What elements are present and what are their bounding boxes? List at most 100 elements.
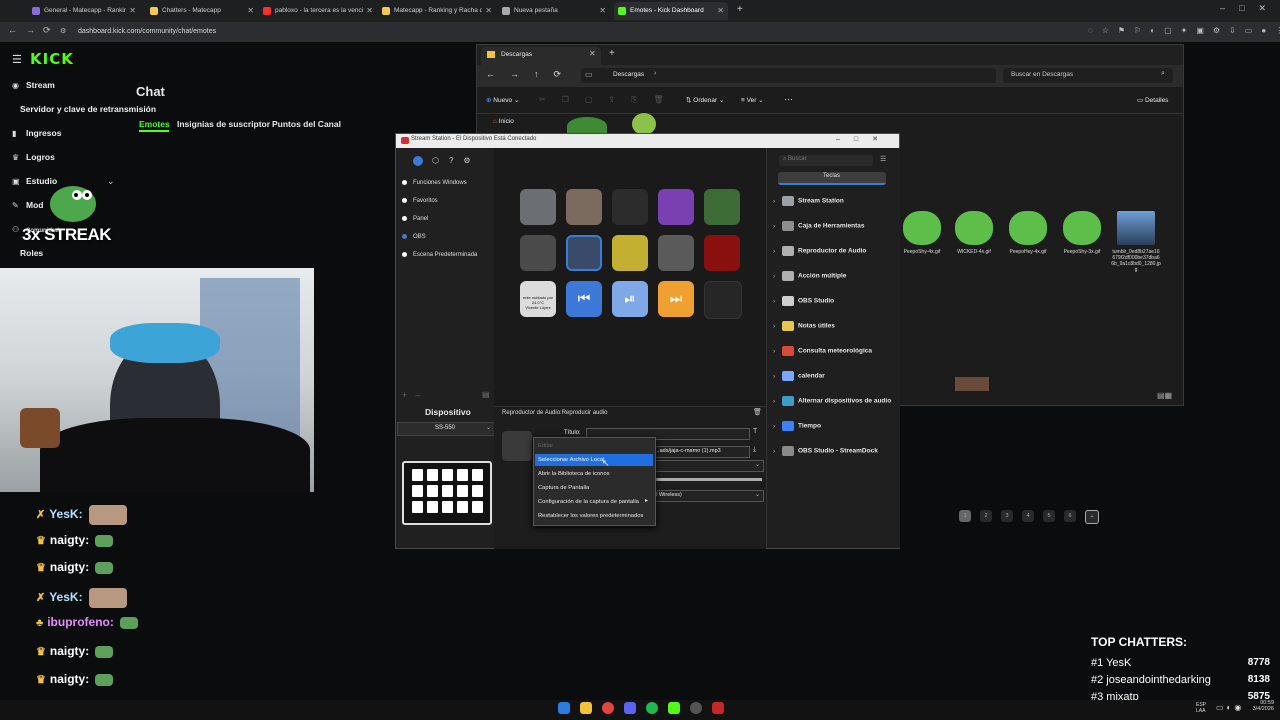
stream-station-icon[interactable]	[712, 702, 724, 714]
keys-tab[interactable]: Teclas	[778, 172, 886, 185]
chat-username[interactable]: naigty:	[50, 560, 89, 574]
action-icon-preview[interactable]	[502, 431, 532, 461]
back-icon[interactable]: ←	[8, 25, 17, 35]
view-toggle-icons[interactable]: ▤▦	[1157, 391, 1172, 400]
list-view-icon[interactable]: ☰	[880, 155, 886, 163]
window-controls[interactable]: –□✕	[836, 135, 892, 143]
page-button[interactable]: 2	[980, 510, 992, 522]
explorer-search[interactable]: Buscar en Descargas ⌕	[1003, 68, 1173, 83]
browser-tab[interactable]: Matecapp - Ranking y Racha de ✕	[378, 2, 496, 20]
extension-icons[interactable]: ◌☆⚑⚐◐▢✦▣⚙⇩▭●⋮	[1088, 26, 1280, 35]
plugin-search[interactable]: ⌕ Buscar	[779, 155, 873, 166]
chat-username[interactable]: naigty:	[50, 672, 89, 686]
new-button[interactable]: ⊕ Nuevo ⌄	[486, 96, 519, 104]
mode-select[interactable]: ⌄	[650, 460, 764, 472]
details-button[interactable]: ▭ Detalles	[1137, 96, 1168, 104]
profile-add-remove[interactable]: +–	[402, 390, 428, 400]
menu-icon[interactable]: ☰	[12, 53, 22, 66]
site-info-icon[interactable]: ⚙	[60, 27, 66, 35]
profile-item[interactable]: Favoritos	[402, 198, 438, 204]
profile-item[interactable]: OBS	[402, 234, 426, 240]
profile-item[interactable]: Escena Predeterminada	[402, 252, 477, 258]
plugin-category[interactable]: › OBS Studio	[773, 296, 834, 306]
file-explorer-icon[interactable]	[580, 702, 592, 714]
browser-tab[interactable]: pabloxo - la tercera es la vencida ✕	[259, 2, 377, 20]
plugin-category[interactable]: › Reproductor de Audio	[773, 246, 866, 256]
stream-key[interactable]: ⏮	[566, 281, 602, 317]
page-button[interactable]: +	[1085, 510, 1099, 524]
context-menu-item[interactable]: Seleccionar Archivo Local	[535, 454, 653, 466]
stream-key[interactable]	[704, 235, 740, 271]
plugin-category[interactable]: › Caja de Herramientas	[773, 221, 864, 231]
context-menu-item[interactable]: Restablecer los valores predeterminados	[535, 510, 653, 522]
explorer-nav-icons[interactable]: ←→↑⟳	[486, 69, 576, 80]
plugin-category[interactable]: › Alternar dispositivos de audio	[773, 396, 891, 406]
browse-icon[interactable]: ⤓	[753, 446, 756, 454]
stream-key[interactable]	[520, 189, 556, 225]
new-tab-icon[interactable]: +	[609, 48, 615, 59]
close-tab-icon[interactable]: ✕	[485, 2, 492, 20]
view-button[interactable]: ≡ Ver ⌄	[741, 96, 764, 104]
close-tab-icon[interactable]: ✕	[366, 2, 373, 20]
reload-icon[interactable]: ⟳	[43, 25, 51, 36]
profile-item[interactable]: Funciones Windows	[402, 180, 467, 186]
chat-username[interactable]: YesK:	[49, 507, 82, 521]
plugin-category[interactable]: › Stream Station	[773, 196, 844, 206]
profile-item[interactable]: Panel	[402, 216, 428, 222]
tray-icons[interactable]: ▭◐◉	[1216, 703, 1244, 712]
chevron-down-icon[interactable]: ⌄	[107, 176, 115, 187]
stream-key[interactable]: ⏭	[658, 281, 694, 317]
context-menu-item[interactable]: Configuración de la captura de pantalla	[535, 496, 653, 508]
nav-home[interactable]: ⌂ Inicio	[493, 118, 514, 125]
page-button[interactable]: 6	[1064, 510, 1076, 522]
stream-key[interactable]: ente nublado por 24.0°C Vicente López	[520, 281, 556, 317]
window-controls[interactable]: –□✕	[1220, 3, 1280, 14]
forward-icon[interactable]: →	[26, 25, 35, 35]
tab-channel-points[interactable]: Puntos del Canal	[272, 119, 341, 129]
tab-badges[interactable]: Insignias de suscriptor	[177, 119, 270, 129]
clock[interactable]: 00:59 3/4/2026	[1246, 700, 1274, 712]
delete-icon[interactable]: 🗑	[753, 408, 762, 416]
stream-key[interactable]	[612, 189, 648, 225]
close-tab-icon[interactable]: ✕	[599, 2, 606, 20]
tab-emotes[interactable]: Emotes	[139, 119, 170, 129]
profile-toolbar-icons[interactable]: ⬡?⚙	[432, 156, 481, 165]
plugin-category[interactable]: › Notas útiles	[773, 321, 835, 331]
page-button[interactable]: 3	[1001, 510, 1013, 522]
explorer-tab[interactable]: Descargas ✕	[481, 47, 601, 65]
start-icon[interactable]	[558, 702, 570, 714]
spotify-icon[interactable]	[646, 702, 658, 714]
browser-tab[interactable]: Chatters - Matecapp ✕	[146, 2, 258, 20]
sidebar-item[interactable]: Servidor y clave de retransmisión	[20, 104, 156, 114]
plugin-category[interactable]: › Tiempo	[773, 421, 821, 431]
page-button[interactable]: 4	[1022, 510, 1034, 522]
sidebar-item[interactable]: ♛ Logros	[12, 152, 55, 162]
kick-app-icon[interactable]	[668, 702, 680, 714]
path-bar[interactable]: ▭ Descargas ›	[581, 68, 996, 83]
close-tab-icon[interactable]: ✕	[247, 2, 254, 20]
stream-key[interactable]	[612, 235, 648, 271]
chat-username[interactable]: YesK:	[49, 590, 82, 604]
close-tab-icon[interactable]: ✕	[717, 2, 724, 20]
stream-key[interactable]	[658, 189, 694, 225]
clipboard-icons[interactable]: ✂❐▢⇪⎘🗑	[539, 95, 680, 105]
close-tab-icon[interactable]: ✕	[589, 49, 596, 58]
stream-key[interactable]	[704, 281, 742, 319]
device-select[interactable]: SS-550 ⌄	[397, 422, 495, 436]
page-button[interactable]: 5	[1043, 510, 1055, 522]
new-tab-button[interactable]: +	[737, 4, 743, 15]
discord-icon[interactable]	[624, 702, 636, 714]
stream-key[interactable]	[704, 189, 740, 225]
plugin-category[interactable]: › OBS Studio - StreamDock	[773, 446, 878, 456]
plugin-category[interactable]: › calendar	[773, 371, 825, 381]
sort-button[interactable]: ⇅ Ordenar ⌄	[686, 96, 724, 104]
stream-key[interactable]	[566, 189, 602, 225]
home-icon[interactable]	[413, 156, 423, 166]
stream-key[interactable]	[520, 235, 556, 271]
sidebar-item[interactable]: ◉ Stream	[12, 80, 55, 90]
stream-key[interactable]	[658, 235, 694, 271]
page-button[interactable]: 1	[959, 510, 971, 522]
context-menu-item[interactable]: Abrir la Biblioteca de iconos	[535, 468, 653, 480]
plugin-category[interactable]: › Consulta meteorológica	[773, 346, 872, 356]
profile-menu-icon[interactable]: ▤	[482, 390, 490, 399]
